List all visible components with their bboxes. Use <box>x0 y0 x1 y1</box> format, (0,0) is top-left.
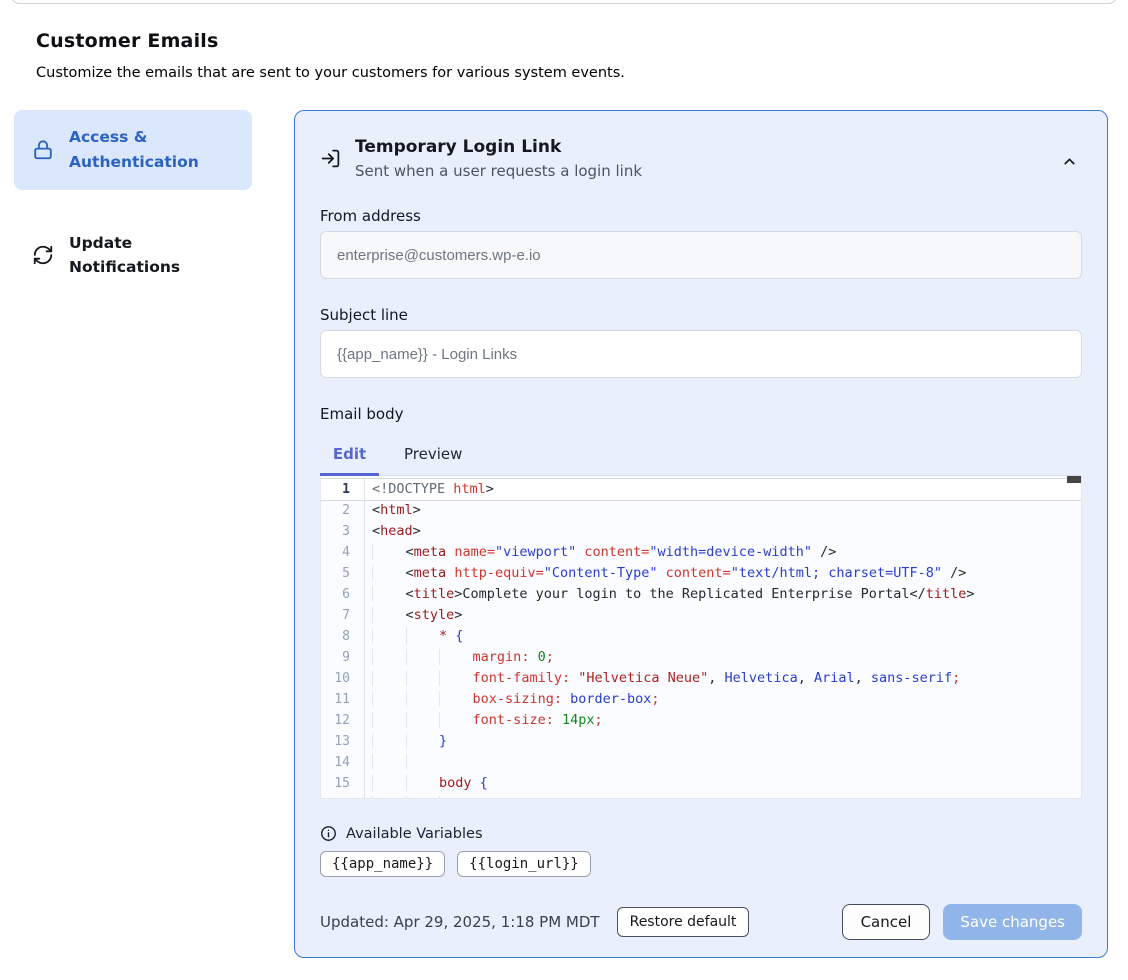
code-line[interactable]: 5 <meta http-equiv="Content-Type" conten… <box>321 563 1081 584</box>
refresh-icon <box>32 244 54 266</box>
line-number: 10 <box>321 668 365 689</box>
line-number: 9 <box>321 647 365 668</box>
card-header: Temporary Login Link Sent when a user re… <box>320 137 1082 180</box>
page-header: Customer Emails Customize the emails tha… <box>36 30 936 81</box>
previous-card-edge <box>10 0 1118 4</box>
variable-chip-app-name[interactable]: {{app_name}} <box>320 851 445 877</box>
sidebar-item-access-authentication[interactable]: Access & Authentication <box>14 110 252 190</box>
temporary-login-link-card: Temporary Login Link Sent when a user re… <box>294 110 1108 958</box>
code-text: font-size: 14px; <box>365 710 603 731</box>
card-footer: Updated: Apr 29, 2025, 1:18 PM MDT Resto… <box>320 904 1082 940</box>
editor-scrollbar-thumb[interactable] <box>1067 476 1081 483</box>
from-address-input[interactable] <box>320 231 1082 279</box>
code-editor[interactable]: 1<!DOCTYPE html>2<html>3<head>4 <meta na… <box>320 476 1082 799</box>
cancel-button[interactable]: Cancel <box>842 904 931 940</box>
restore-default-button[interactable]: Restore default <box>617 907 750 937</box>
code-line[interactable]: 10 font-family: "Helvetica Neue", Helvet… <box>321 668 1081 689</box>
updated-timestamp: Updated: Apr 29, 2025, 1:18 PM MDT <box>320 913 600 931</box>
code-text: <!DOCTYPE html> <box>365 479 494 500</box>
line-number: 6 <box>321 584 365 605</box>
code-text: <meta name="viewport" content="width=dev… <box>365 542 836 563</box>
available-variables-row: Available Variables <box>320 825 1082 842</box>
code-text: margin: 0; <box>365 647 554 668</box>
code-text: background-color: #ffffff; <box>365 794 684 799</box>
code-text: <meta http-equiv="Content-Type" content=… <box>365 563 966 584</box>
code-text: body { <box>365 773 488 794</box>
email-types-sidebar: Access & Authentication Update Notificat… <box>14 110 252 295</box>
code-line[interactable]: 9 margin: 0; <box>321 647 1081 668</box>
sidebar-item-label: Update Notifications <box>69 231 238 281</box>
code-line[interactable]: 1<!DOCTYPE html> <box>321 479 1081 500</box>
code-line[interactable]: 11 box-sizing: border-box; <box>321 689 1081 710</box>
code-line[interactable]: 3<head> <box>321 521 1081 542</box>
log-in-icon <box>320 148 341 180</box>
line-number: 5 <box>321 563 365 584</box>
lock-icon <box>32 139 54 161</box>
code-text <box>365 752 439 773</box>
code-text: <html> <box>365 500 421 521</box>
line-number: 14 <box>321 752 365 773</box>
line-number: 11 <box>321 689 365 710</box>
code-text: <style> <box>365 605 462 626</box>
tab-preview[interactable]: Preview <box>404 438 462 475</box>
variable-chip-login-url[interactable]: {{login_url}} <box>457 851 591 877</box>
variable-chips: {{app_name}} {{login_url}} <box>320 851 1082 877</box>
code-text: <title>Complete your login to the Replic… <box>365 584 974 605</box>
code-line[interactable]: 15 body { <box>321 773 1081 794</box>
code-text: } <box>365 731 447 752</box>
chevron-up-icon <box>1061 153 1078 170</box>
tab-edit[interactable]: Edit <box>320 438 379 476</box>
sidebar-item-update-notifications[interactable]: Update Notifications <box>14 216 252 296</box>
line-number: 12 <box>321 710 365 731</box>
code-line[interactable]: 2<html> <box>321 500 1081 521</box>
card-title: Temporary Login Link <box>355 137 642 157</box>
line-number: 8 <box>321 626 365 647</box>
page-title: Customer Emails <box>36 30 936 52</box>
line-number: 13 <box>321 731 365 752</box>
code-line[interactable]: 14 <box>321 752 1081 773</box>
from-address-label: From address <box>320 207 1082 225</box>
line-number: 1 <box>321 479 365 500</box>
code-text: font-family: "Helvetica Neue", Helvetica… <box>365 668 960 689</box>
code-line[interactable]: 4 <meta name="viewport" content="width=d… <box>321 542 1081 563</box>
sidebar-item-label: Access & Authentication <box>69 125 238 175</box>
email-body-tabs: Edit Preview <box>320 438 1082 476</box>
info-icon <box>320 825 337 842</box>
line-number: 4 <box>321 542 365 563</box>
code-line[interactable]: 12 font-size: 14px; <box>321 710 1081 731</box>
page-subtitle: Customize the emails that are sent to yo… <box>36 65 936 81</box>
code-line[interactable]: 16 background-color: #ffffff; <box>321 794 1081 799</box>
available-variables-label: Available Variables <box>346 826 483 842</box>
save-changes-button[interactable]: Save changes <box>943 904 1082 940</box>
code-text: <head> <box>365 521 421 542</box>
line-number: 7 <box>321 605 365 626</box>
subject-line-label: Subject line <box>320 306 1082 324</box>
code-line[interactable]: 13 } <box>321 731 1081 752</box>
code-editor-lines: 1<!DOCTYPE html>2<html>3<head>4 <meta na… <box>321 479 1081 799</box>
code-line[interactable]: 8 * { <box>321 626 1081 647</box>
collapse-button[interactable] <box>1061 153 1078 170</box>
line-number: 2 <box>321 500 365 521</box>
line-number: 3 <box>321 521 365 542</box>
card-header-text: Temporary Login Link Sent when a user re… <box>355 137 642 180</box>
code-line[interactable]: 7 <style> <box>321 605 1081 626</box>
card-subtitle: Sent when a user requests a login link <box>355 162 642 180</box>
code-text: box-sizing: border-box; <box>365 689 660 710</box>
code-line[interactable]: 6 <title>Complete your login to the Repl… <box>321 584 1081 605</box>
line-number: 16 <box>321 794 365 799</box>
code-text: * { <box>365 626 463 647</box>
subject-line-input[interactable] <box>320 330 1082 378</box>
line-number: 15 <box>321 773 365 794</box>
email-body-label: Email body <box>320 405 1082 423</box>
